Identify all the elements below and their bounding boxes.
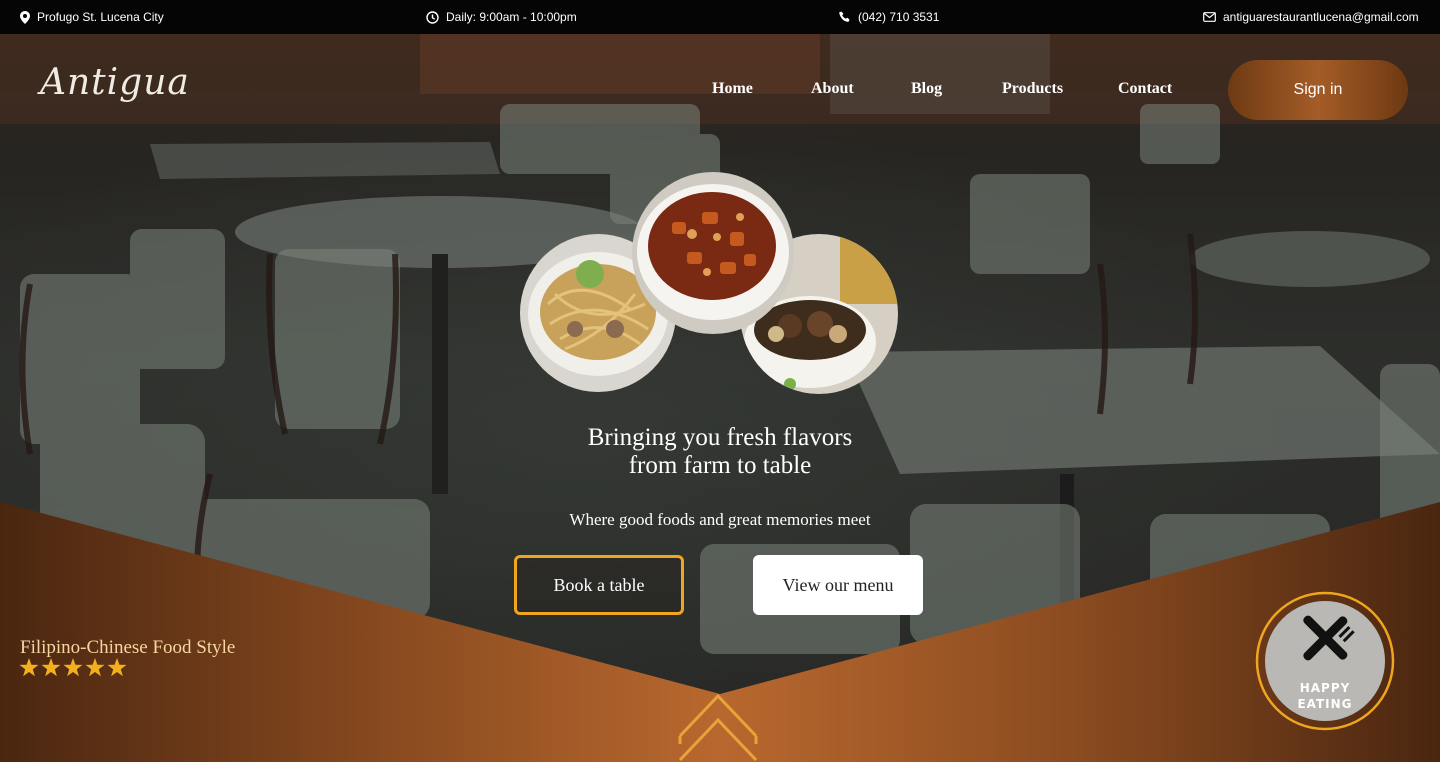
food-style-tagline: Filipino-Chinese Food Style [20, 637, 236, 658]
email-info[interactable]: antiguarestaurantlucena@gmail.com [1203, 0, 1419, 34]
book-table-button[interactable]: Book a table [514, 555, 684, 615]
star-icon [107, 658, 127, 677]
star-icon [41, 658, 61, 677]
phone-icon [839, 11, 851, 23]
address-info: Profugo St. Lucena City [20, 0, 164, 34]
star-icon [85, 658, 105, 677]
hours-info: Daily: 9:00am - 10:00pm [426, 0, 577, 34]
view-menu-button[interactable]: View our menu [753, 555, 923, 615]
envelope-icon [1203, 12, 1216, 22]
happy-eating-badge: HAPPY EATING [1255, 591, 1395, 731]
star-icon [19, 658, 39, 677]
location-pin-icon [20, 10, 30, 24]
email-text: antiguarestaurantlucena@gmail.com [1223, 10, 1419, 24]
phone-text: (042) 710 3531 [858, 10, 940, 24]
hero-section: Antigua Home About Blog Products Contact… [0, 34, 1440, 762]
star-icon [63, 658, 83, 677]
rating-stars [19, 658, 127, 677]
badge-line-2: EATING [1297, 697, 1353, 711]
address-text: Profugo St. Lucena City [37, 10, 164, 24]
hours-text: Daily: 9:00am - 10:00pm [446, 10, 577, 24]
top-info-bar: Profugo St. Lucena City Daily: 9:00am - … [0, 0, 1440, 34]
badge-line-1: HAPPY [1299, 681, 1351, 695]
clock-icon [426, 10, 439, 24]
phone-info[interactable]: (042) 710 3531 [839, 0, 939, 34]
